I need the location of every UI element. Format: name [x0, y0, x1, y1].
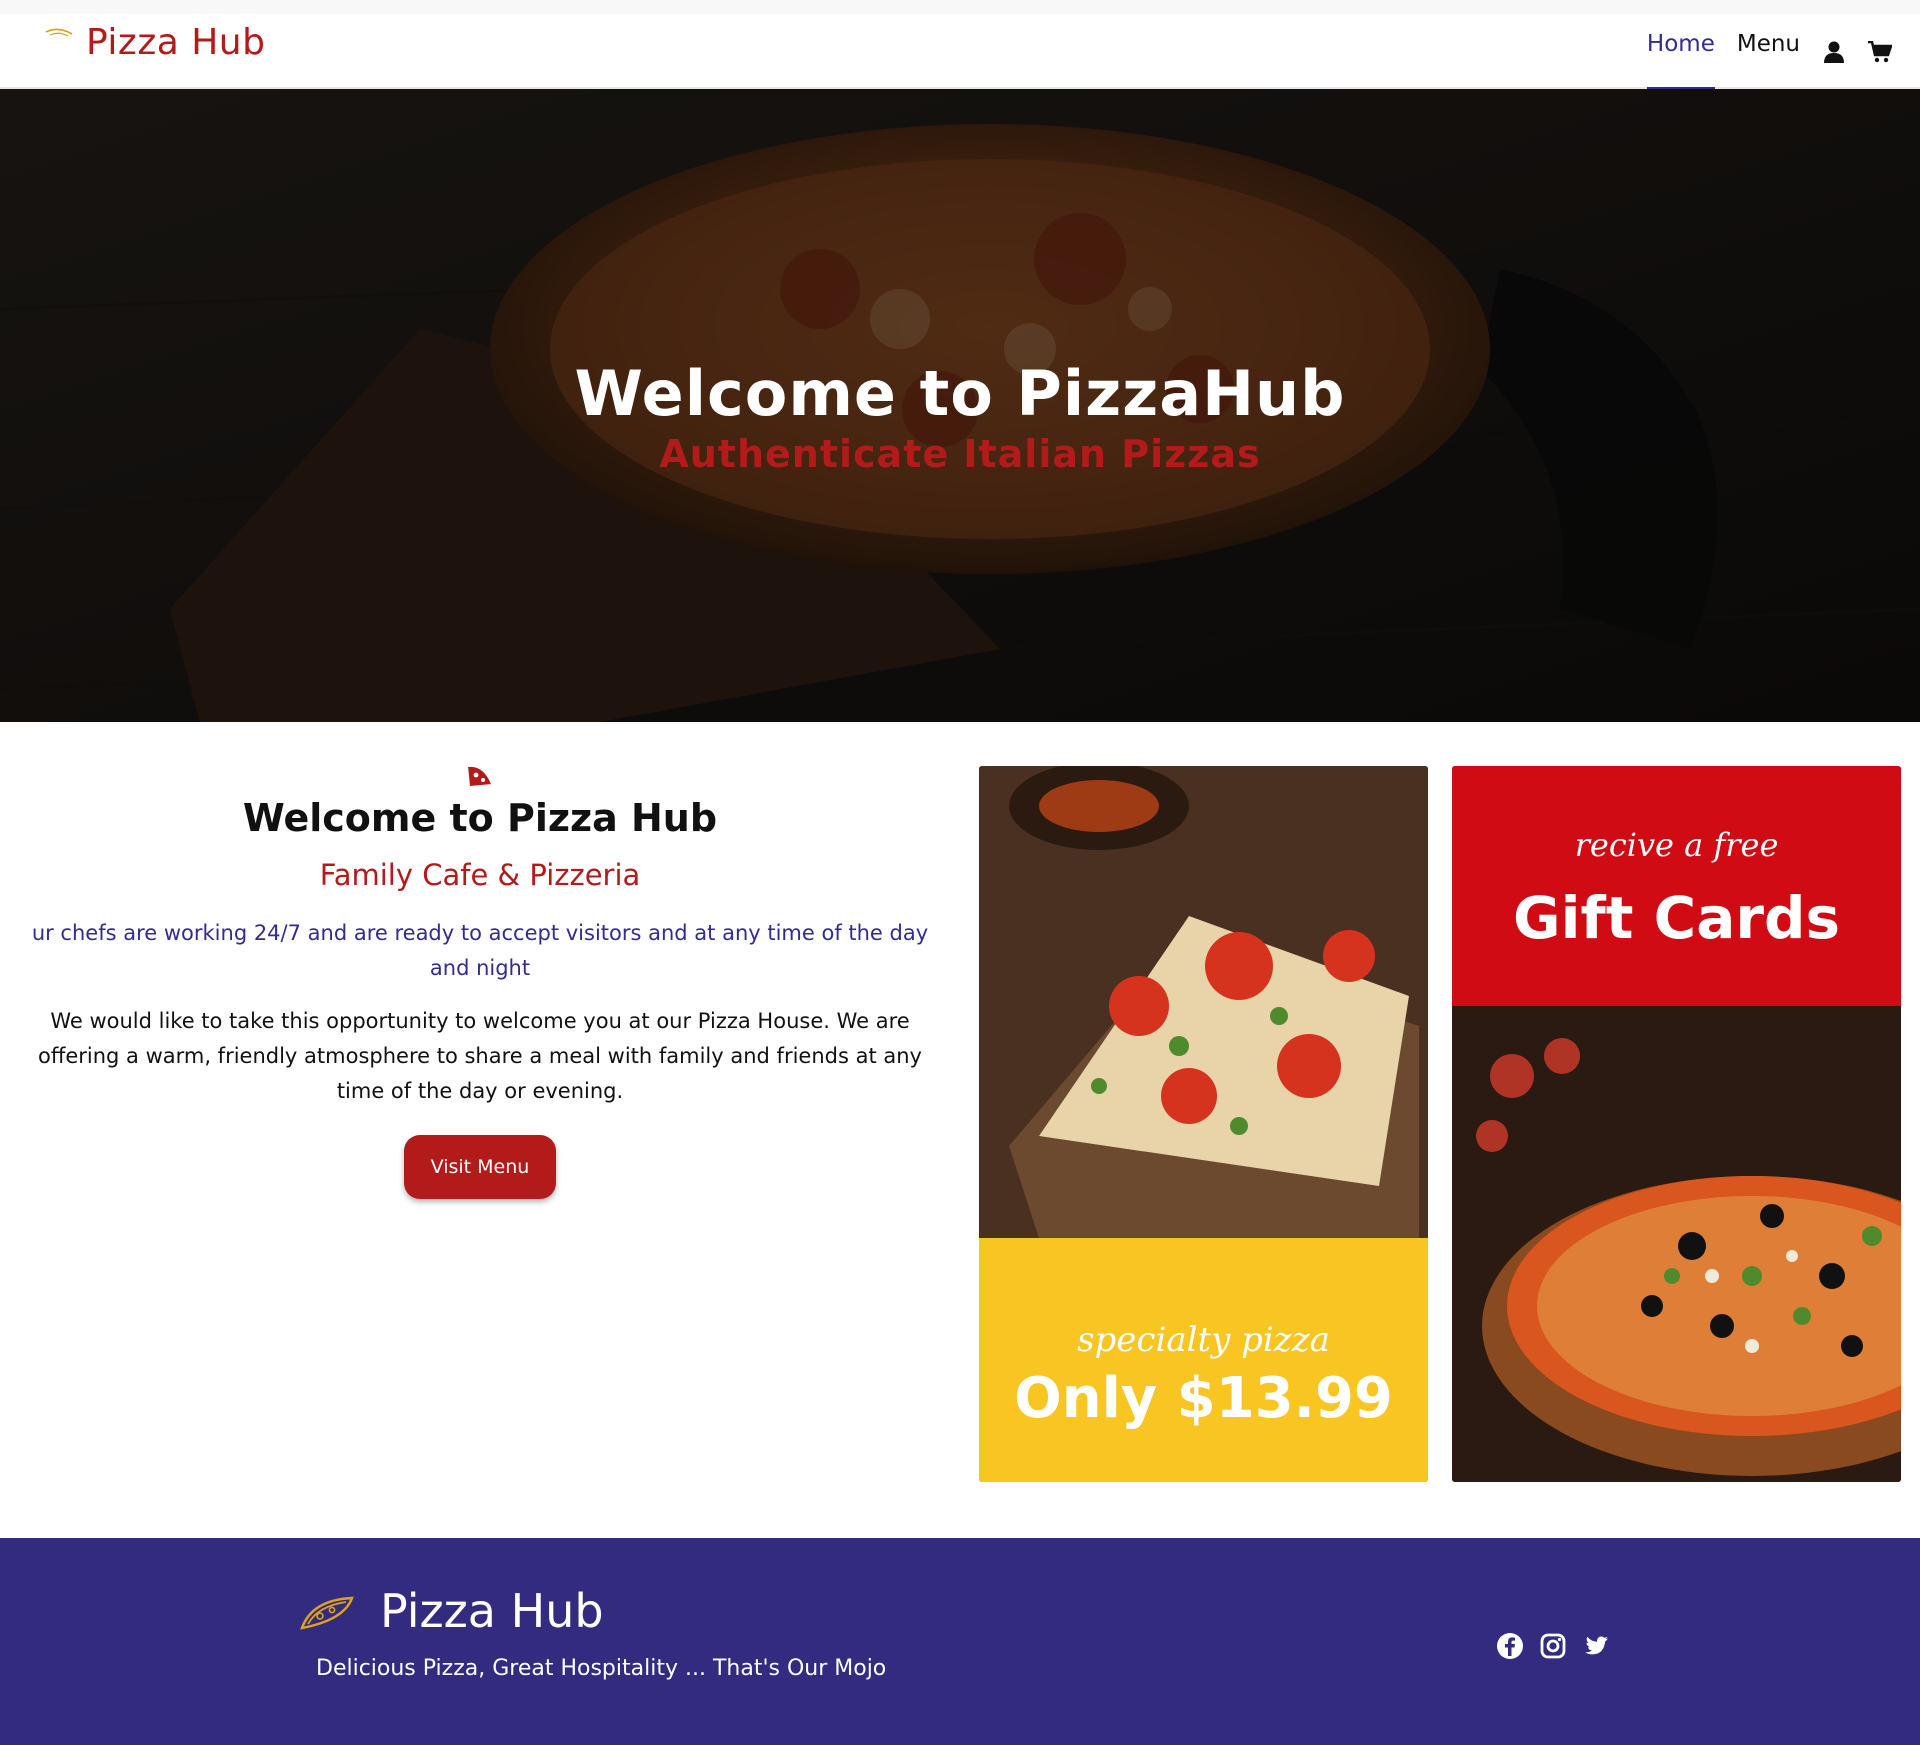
hero-subtitle: Authenticate Italian Pizzas: [659, 432, 1261, 476]
hero-title: Welcome to PizzaHub: [574, 357, 1346, 430]
gift-pizza-image: [1452, 1006, 1901, 1482]
welcome-title: Welcome to Pizza Hub: [242, 796, 718, 840]
specialty-price: Only $13.99: [1014, 1366, 1393, 1431]
footer-brand-name: Pizza Hub: [380, 1584, 604, 1638]
user-icon[interactable]: [1822, 40, 1846, 64]
welcome-body-text: We would like to take this opportunity t…: [38, 1009, 922, 1103]
footer-pizza-logo-icon: [300, 1596, 354, 1630]
nav-menu-link[interactable]: Menu: [1737, 14, 1800, 89]
welcome-chefs-text: ur chefs are working 24/7 and are ready …: [31, 921, 929, 980]
gift-cards-banner: recive a free Gift Cards: [1452, 766, 1901, 1006]
footer: Pizza Hub Delicious Pizza, Great Hospita…: [0, 1538, 1920, 1745]
gift-cards-title: Gift Cards: [1513, 884, 1840, 952]
twitter-icon[interactable]: [1582, 1632, 1610, 1660]
visit-menu-button[interactable]: Visit Menu: [404, 1135, 556, 1199]
instagram-icon[interactable]: [1539, 1632, 1567, 1660]
specialty-pizza-image: [979, 766, 1428, 1238]
social-links: [1496, 1632, 1625, 1660]
welcome-section: Welcome to Pizza Hub Family Cafe & Pizze…: [20, 762, 940, 1199]
pizza-slice-icon: [467, 764, 493, 786]
nav-home-link[interactable]: Home: [1646, 14, 1715, 90]
brand[interactable]: Pizza Hub: [44, 22, 265, 63]
footer-brand[interactable]: Pizza Hub: [298, 1584, 604, 1638]
nav-links: Home Menu: [1625, 14, 1892, 90]
pizza-logo-icon: [45, 28, 73, 37]
specialty-script-text: specialty pizza: [1077, 1320, 1330, 1360]
gift-cards-card[interactable]: recive a free Gift Cards: [1452, 766, 1901, 1482]
gift-script-text: recive a free: [1574, 826, 1779, 864]
cart-icon[interactable]: [1868, 40, 1892, 64]
footer-tagline: Delicious Pizza, Great Hospitality ... T…: [316, 1656, 887, 1681]
brand-name: Pizza Hub: [86, 22, 266, 63]
navbar: Pizza Hub Home Menu: [0, 0, 1920, 90]
hero-banner: Welcome to PizzaHub Authenticate Italian…: [0, 89, 1920, 722]
welcome-subtitle: Family Cafe & Pizzeria: [319, 858, 641, 892]
facebook-icon[interactable]: [1496, 1632, 1524, 1660]
specialty-pizza-card[interactable]: specialty pizza Only $13.99: [979, 766, 1428, 1482]
specialty-price-banner: specialty pizza Only $13.99: [979, 1238, 1428, 1482]
